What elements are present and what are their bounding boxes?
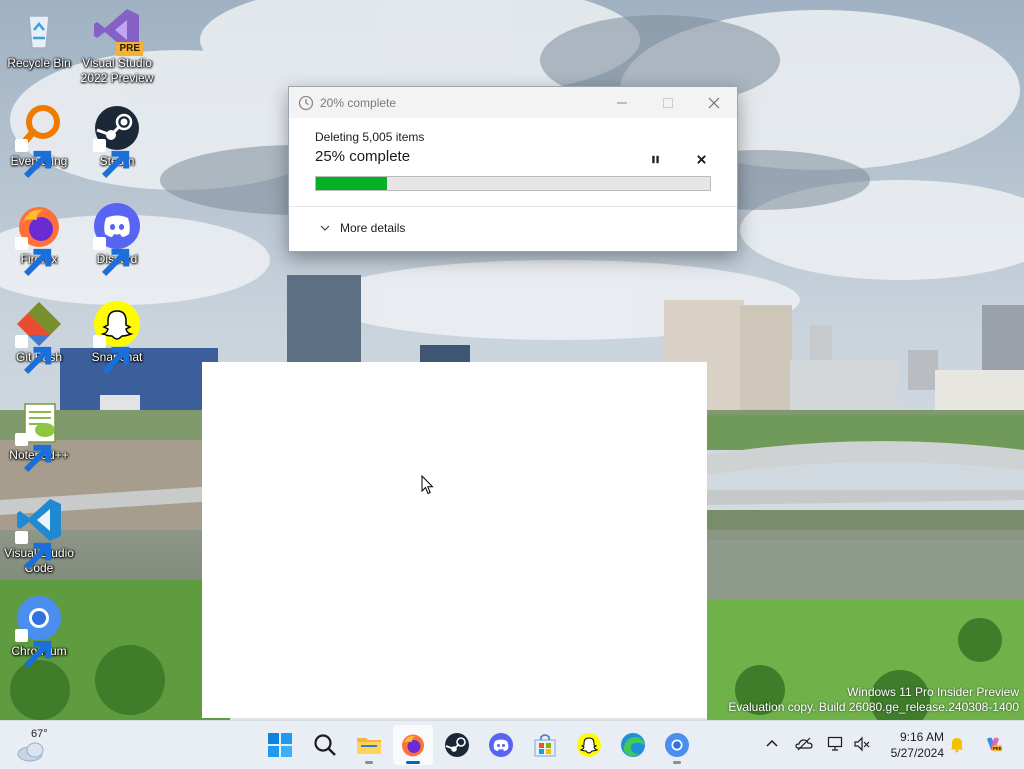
taskbar-microsoft-store[interactable] xyxy=(525,725,565,765)
delete-progress-dialog: 20% complete Deleting 5,005 items 25% co… xyxy=(288,86,738,252)
taskbar-discord[interactable] xyxy=(481,725,521,765)
minimize-button[interactable] xyxy=(599,87,645,118)
onedrive-button[interactable] xyxy=(793,733,815,755)
snapchat-icon xyxy=(93,300,141,375)
discord-icon xyxy=(489,733,513,757)
dialog-titlebar[interactable]: 20% complete xyxy=(289,87,737,118)
onedrive-icon xyxy=(795,737,813,751)
shortcut-arrow-icon xyxy=(15,629,52,669)
windows-start-icon xyxy=(268,733,292,757)
desktop-icon-steam[interactable]: Steam xyxy=(78,104,156,179)
taskbar-snapchat[interactable] xyxy=(569,725,609,765)
maximize-button xyxy=(645,87,691,118)
chromium-icon xyxy=(15,594,63,669)
taskbar: 67° 9:16 AM 5/27/2024 PRE xyxy=(0,720,1024,769)
more-details-button[interactable]: More details xyxy=(319,221,405,235)
copilot-button[interactable]: PRE xyxy=(978,730,1008,758)
desktop-icon-visual-studio-code[interactable]: Visual Studio Code xyxy=(0,496,78,576)
desktop-icon-label: Visual Studio 2022 Preview xyxy=(80,56,154,85)
desktop-icon-discord[interactable]: Discord xyxy=(78,202,156,277)
steam-icon xyxy=(93,104,141,179)
taskbar-chromium[interactable] xyxy=(657,725,697,765)
network-icon xyxy=(827,736,843,751)
git-bash-icon xyxy=(15,300,63,375)
watermark-line-2: Evaluation copy. Build 26080.ge_release.… xyxy=(728,700,1019,714)
pause-button[interactable] xyxy=(644,148,666,170)
recycle-bin-icon xyxy=(15,6,63,54)
edge-icon xyxy=(621,733,645,757)
firefox-icon xyxy=(15,202,63,277)
desktop-icon-visual-studio-2022-preview[interactable]: PRE Visual Studio 2022 Preview xyxy=(78,6,156,86)
shortcut-arrow-icon xyxy=(15,433,52,473)
progress-bar xyxy=(315,176,711,191)
clock-date: 5/27/2024 xyxy=(890,746,944,760)
dialog-title: 20% complete xyxy=(320,95,397,110)
close-icon xyxy=(696,154,706,164)
volume-button[interactable] xyxy=(851,733,873,755)
mouse-cursor-icon xyxy=(421,475,434,495)
divider xyxy=(289,206,737,207)
more-details-label: More details xyxy=(340,221,406,235)
taskbar-clock[interactable]: 9:16 AM 5/27/2024 xyxy=(882,729,944,761)
file-explorer-icon xyxy=(357,738,381,754)
desktop-icon-everything[interactable]: Everything xyxy=(0,104,78,179)
notepad-plus-plus-icon xyxy=(15,398,63,473)
desktop-icon-firefox[interactable]: Firefox xyxy=(0,202,78,277)
desktop-icon-recycle-bin[interactable]: Recycle Bin xyxy=(0,6,78,71)
firefox-icon xyxy=(402,734,424,757)
shortcut-arrow-icon xyxy=(15,531,52,571)
blank-window[interactable] xyxy=(202,362,707,718)
shortcut-arrow-icon xyxy=(93,139,130,179)
shortcut-arrow-icon xyxy=(93,237,130,277)
desktop-icon-snapchat[interactable]: Snapchat xyxy=(78,300,156,375)
store-icon xyxy=(534,734,556,757)
pause-icon xyxy=(651,155,659,163)
search-icon xyxy=(314,734,336,756)
speaker-muted-icon xyxy=(854,736,870,752)
notifications-button[interactable] xyxy=(946,733,968,755)
close-window-button[interactable] xyxy=(691,87,737,118)
chevron-up-icon xyxy=(766,739,778,747)
show-hidden-icons-button[interactable] xyxy=(761,733,783,755)
preview-badge: PRE xyxy=(116,42,143,56)
operation-text: Deleting 5,005 items xyxy=(315,130,425,144)
visual-studio-icon: PRE xyxy=(93,6,143,56)
start-button[interactable] xyxy=(260,725,300,765)
cancel-button[interactable] xyxy=(690,148,712,170)
taskbar-firefox[interactable] xyxy=(393,725,433,765)
vscode-icon xyxy=(15,496,63,571)
discord-icon xyxy=(93,202,141,277)
search-button[interactable] xyxy=(305,725,345,765)
taskbar-file-explorer[interactable] xyxy=(349,725,389,765)
bell-icon xyxy=(950,738,964,753)
copilot-icon: PRE xyxy=(987,737,1002,752)
chromium-icon xyxy=(665,733,689,757)
desktop-icon-git-bash[interactable]: Git Bash xyxy=(0,300,78,375)
network-button[interactable] xyxy=(825,733,847,755)
chevron-down-icon xyxy=(320,225,330,231)
taskbar-edge[interactable] xyxy=(613,725,653,765)
running-indicator xyxy=(673,761,681,764)
everything-search-icon xyxy=(15,104,63,179)
snapchat-icon xyxy=(577,733,601,757)
watermark-line-1: Windows 11 Pro Insider Preview xyxy=(847,685,1019,699)
svg-text:PRE: PRE xyxy=(993,746,1002,751)
shortcut-arrow-icon xyxy=(15,335,52,375)
weather-widget[interactable]: 67° xyxy=(16,728,50,764)
desktop-icon-label: Recycle Bin xyxy=(7,56,71,70)
desktop-icon-notepad-plus-plus[interactable]: Notepad++ xyxy=(0,398,78,473)
weather-temperature: 67° xyxy=(31,728,48,740)
clock-icon xyxy=(298,95,314,111)
shortcut-arrow-icon xyxy=(15,139,52,179)
running-indicator xyxy=(406,761,420,764)
desktop-icon-chromium[interactable]: Chromium xyxy=(0,594,78,669)
taskbar-steam[interactable] xyxy=(437,725,477,765)
progress-bar-fill xyxy=(316,177,387,190)
shortcut-arrow-icon xyxy=(15,237,52,277)
evaluation-watermark: Windows 11 Pro Insider Preview Evaluatio… xyxy=(728,685,1019,715)
steam-icon xyxy=(445,733,469,757)
clock-time: 9:16 AM xyxy=(899,730,944,744)
shortcut-arrow-icon xyxy=(93,335,130,375)
running-indicator xyxy=(365,761,373,764)
